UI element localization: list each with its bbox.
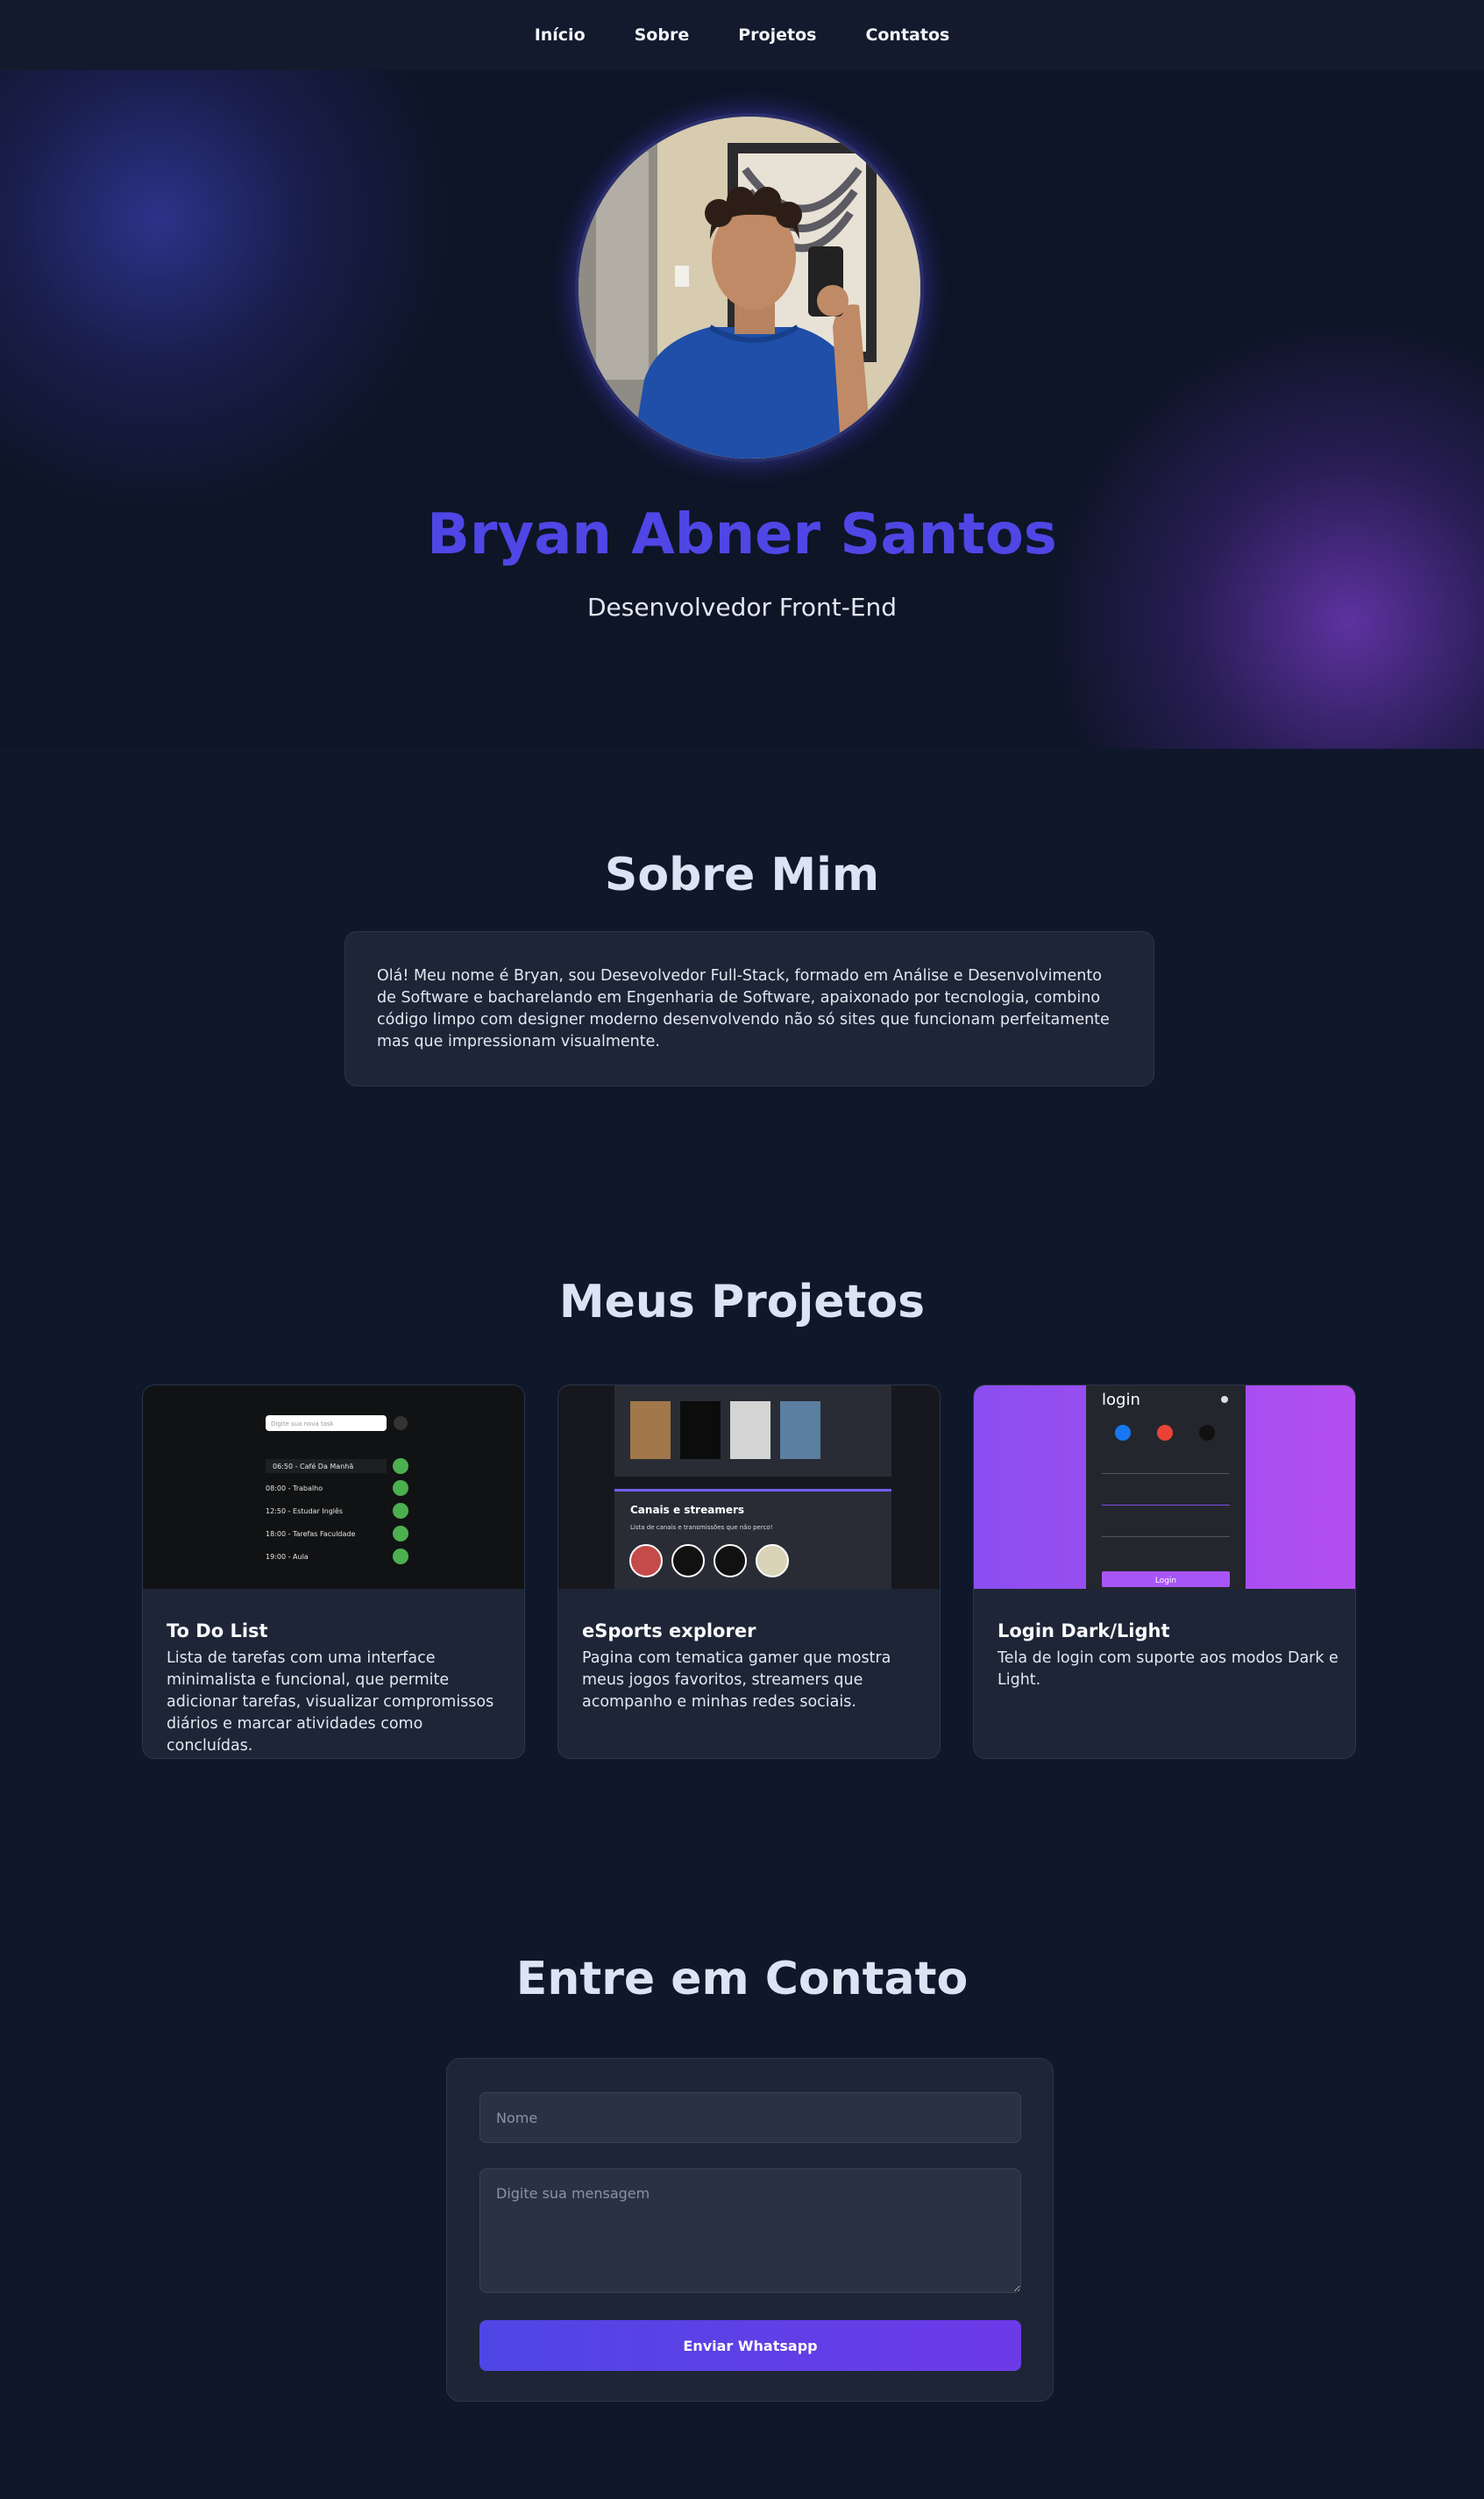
project-card-login[interactable]: login Login Login Dark/Light Tela de log… xyxy=(973,1385,1356,1759)
hero-name: Bryan Abner Santos xyxy=(427,502,1057,567)
contact-title: Entre em Contato xyxy=(515,1953,969,2005)
project-title: Login Dark/Light xyxy=(998,1620,1170,1641)
project-card-todo[interactable]: Digite sua nova task 06:50 - Café Da Man… xyxy=(142,1385,525,1759)
project-title: eSports explorer xyxy=(582,1620,756,1641)
project-description: Pagina com tematica gamer que mostra meu… xyxy=(582,1649,891,1711)
nav-link-contatos[interactable]: Contatos xyxy=(865,25,949,45)
hero-glow-left xyxy=(0,70,465,526)
todo-task: 19:00 - Aula xyxy=(266,1553,309,1561)
top-nav: Início Sobre Projetos Contatos xyxy=(0,0,1484,70)
todo-task: 12:50 - Estudar Inglês xyxy=(266,1506,343,1515)
todo-task: 06:50 - Café Da Manhã xyxy=(273,1462,353,1470)
project-thumb-login: login Login xyxy=(974,1385,1355,1589)
project-description: Lista de tarefas com uma interface minim… xyxy=(167,1649,494,1755)
about-title: Sobre Mim xyxy=(604,849,880,901)
project-description: Tela de login com suporte aos modos Dark… xyxy=(998,1649,1338,1689)
esports-preview-heading: Canais e streamers xyxy=(630,1504,744,1516)
contact-form: Enviar Whatsapp xyxy=(446,2058,1054,2402)
projects-title: Meus Projetos xyxy=(558,1276,926,1328)
hero-role: Desenvolvedor Front-End xyxy=(586,593,898,622)
about-card: Olá! Meu nome é Bryan, sou Desevolvedor … xyxy=(344,931,1154,1086)
profile-photo xyxy=(575,113,924,462)
todo-task: 08:00 - Trabalho xyxy=(266,1484,323,1492)
project-card-esports[interactable]: Canais e streamers Lista de canais e tra… xyxy=(557,1385,941,1759)
message-textarea[interactable] xyxy=(479,2168,1021,2293)
project-thumb-esports: Canais e streamers Lista de canais e tra… xyxy=(558,1385,940,1589)
esports-preview: Canais e streamers Lista de canais e tra… xyxy=(614,1385,891,1589)
nav-link-projetos[interactable]: Projetos xyxy=(738,25,816,45)
nav-link-inicio[interactable]: Início xyxy=(535,25,586,45)
send-whatsapp-button[interactable]: Enviar Whatsapp xyxy=(479,2320,1021,2371)
name-input[interactable] xyxy=(479,2092,1021,2143)
project-title: To Do List xyxy=(167,1620,268,1641)
nav-link-sobre[interactable]: Sobre xyxy=(635,25,690,45)
login-preview-heading: login xyxy=(1102,1391,1140,1409)
profile-photo-illustration xyxy=(579,117,920,459)
login-preview: login Login xyxy=(1086,1385,1246,1589)
about-text: Olá! Meu nome é Bryan, sou Desevolvedor … xyxy=(377,967,1110,1050)
esports-preview-subheading: Lista de canais e transmissões que não p… xyxy=(630,1524,773,1531)
todo-task: 18:00 - Tarefas Faculdade xyxy=(266,1530,355,1538)
login-preview-button: Login xyxy=(1155,1577,1176,1585)
project-thumb-todo: Digite sua nova task 06:50 - Café Da Man… xyxy=(143,1385,524,1589)
todo-preview: Digite sua nova task 06:50 - Café Da Man… xyxy=(266,1415,408,1564)
todo-preview-input: Digite sua nova task xyxy=(271,1420,335,1427)
hero-section: Bryan Abner Santos Desenvolvedor Front-E… xyxy=(0,70,1484,749)
todo-preview-task-list: 06:50 - Café Da Manhã 08:00 - Trabalho 1… xyxy=(266,1458,408,1564)
